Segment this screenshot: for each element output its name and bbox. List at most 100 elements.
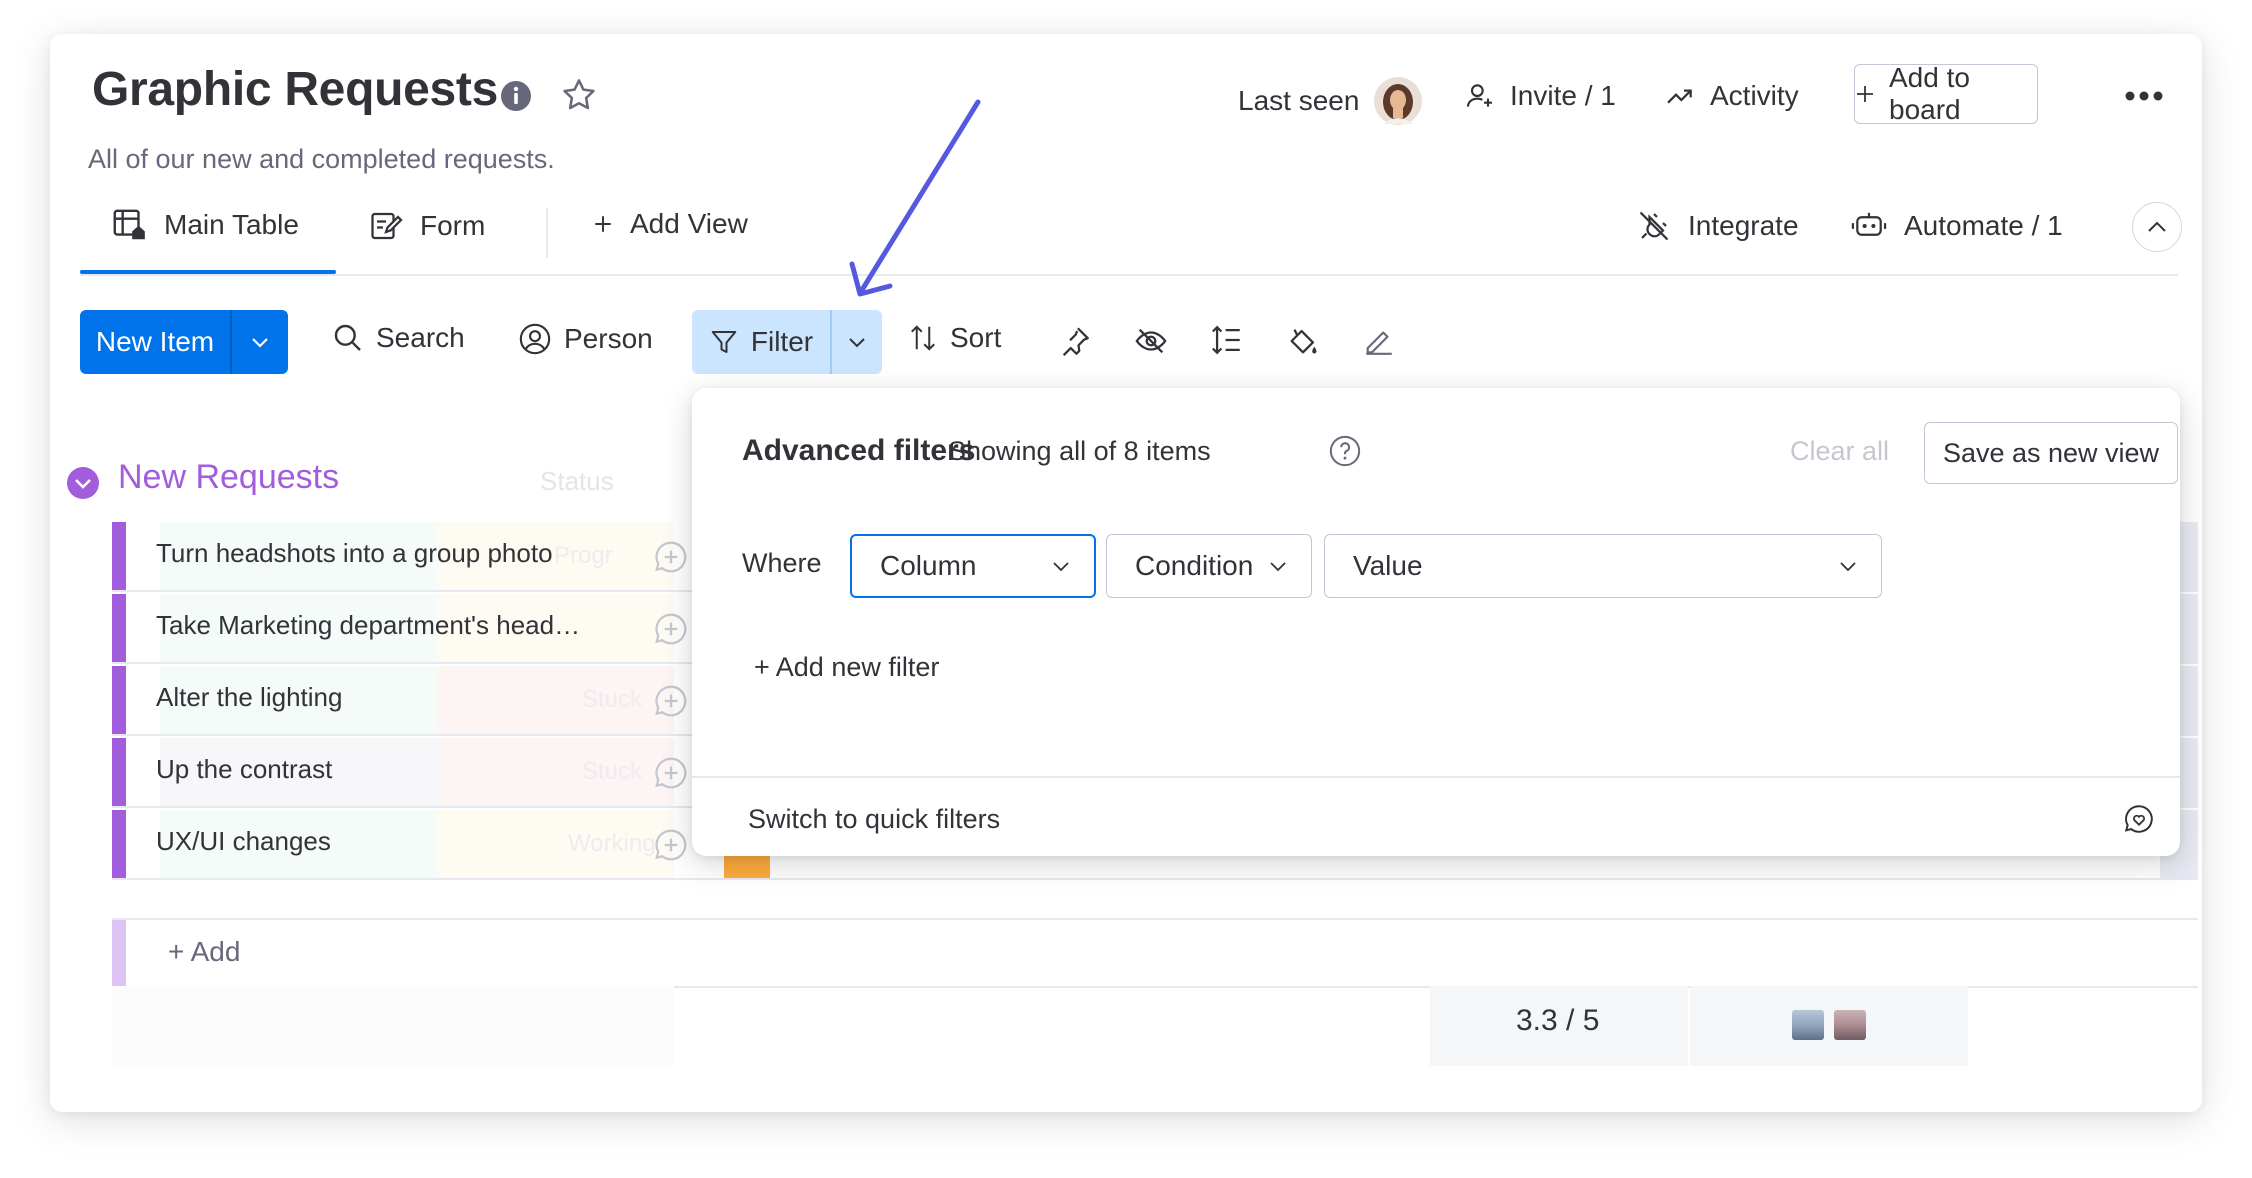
chevron-down-icon[interactable] [832,336,882,348]
new-item-label[interactable]: New Item [80,326,230,358]
value-select-value: Value [1353,550,1423,581]
value-select[interactable]: Value [1324,534,1882,598]
tab-main-table-label: Main Table [164,209,299,240]
person-label: Person [564,323,653,354]
tab-divider [546,208,548,258]
panel-title: Advanced filters [742,434,976,467]
item-name[interactable]: Take Marketing department's head… [156,610,580,641]
add-item-row[interactable]: + Add [112,918,2198,988]
column-select-value: Column [880,550,977,581]
star-icon[interactable] [560,76,598,114]
column-select[interactable]: Column [850,534,1096,598]
item-name[interactable]: UX/UI changes [156,826,331,857]
plug-icon [1636,208,1672,244]
form-icon [368,208,404,244]
board-description[interactable]: All of our new and completed requests. [88,144,555,175]
feedback-icon[interactable] [2122,802,2156,836]
avatar [1373,76,1423,126]
summary-cell [112,986,674,1066]
last-seen[interactable]: Last seen [1238,76,1423,126]
collapse-header-button[interactable] [2132,202,2182,252]
search-label: Search [376,322,465,353]
add-to-board-label: Add to board [1889,62,1970,125]
clear-all-button[interactable]: Clear all [1790,436,1889,467]
add-update-icon[interactable] [652,610,690,648]
person-circle-icon [518,322,552,356]
file-thumbnail[interactable] [1834,1010,1866,1040]
add-update-icon[interactable] [652,538,690,576]
tab-form[interactable]: Form [368,208,485,244]
activity-label: Activity [1710,80,1799,111]
condition-select-value: Condition [1135,550,1254,581]
add-update-icon[interactable] [652,754,690,792]
help-icon[interactable] [1328,434,1362,468]
search-icon [332,322,364,354]
automate-button[interactable]: Automate / 1 [1850,208,2063,244]
add-to-board-button[interactable]: Add to board [1854,62,2038,125]
chevron-up-icon [2146,220,2168,234]
chevron-down-icon [1052,561,1070,572]
sort-button[interactable]: Sort [908,322,1001,354]
paint-bucket-icon[interactable] [1286,324,1320,358]
integrate-label: Integrate [1688,210,1799,241]
add-view-button[interactable]: Add View [592,208,748,240]
board-card: Graphic Requests All of our new and comp… [50,34,2202,1112]
row-height-icon[interactable] [1210,322,1244,358]
funnel-icon [709,327,739,357]
status-ghost-text: Stuck [582,758,643,785]
condition-select[interactable]: Condition [1106,534,1312,598]
group-collapse-icon[interactable] [66,466,100,500]
panel-divider [692,776,2180,778]
filter-button[interactable]: Filter [692,310,882,374]
add-update-icon[interactable] [652,826,690,864]
items-count-text: Showing all of 8 items [948,436,1211,466]
add-view-label: Add View [630,208,748,239]
add-item-label[interactable]: + Add [168,936,240,968]
sort-label: Sort [950,322,1002,353]
invite-button[interactable]: Invite / 1 [1464,80,1616,112]
pin-icon[interactable] [1058,324,1092,358]
switch-to-quick-filters-button[interactable]: Switch to quick filters [748,804,1000,835]
invite-label: Invite / 1 [1510,80,1616,111]
integrate-button[interactable]: Integrate [1636,208,1799,244]
status-column-header: Status [540,466,614,496]
person-filter-button[interactable]: Person [518,322,653,356]
status-ghost-text: Progr [554,542,613,569]
where-label: Where [742,548,822,578]
search-button[interactable]: Search [332,322,465,354]
pen-icon[interactable] [1362,324,1396,358]
last-seen-label: Last seen [1238,85,1360,116]
chevron-down-icon [1269,561,1287,572]
item-name[interactable]: Up the contrast [156,754,332,785]
status-ghost-text: Working [568,830,656,857]
item-name[interactable]: Alter the lighting [156,682,342,713]
more-options-icon[interactable] [2124,90,2164,102]
plus-icon [1855,84,1875,104]
add-update-icon[interactable] [652,682,690,720]
tabs-divider [80,274,2178,276]
active-tab-indicator [80,270,336,274]
status-ghost-text: Stuck [582,686,643,713]
tab-main-table[interactable]: Main Table [110,206,299,244]
new-item-button[interactable]: New Item [80,310,288,374]
trend-icon [1664,80,1696,112]
item-name[interactable]: Turn headshots into a group photo [156,538,553,569]
automate-label: Automate / 1 [1904,210,2063,241]
info-icon[interactable] [500,80,532,112]
sort-arrows-icon [908,322,938,354]
eye-off-icon[interactable] [1134,324,1168,358]
board-title[interactable]: Graphic Requests [92,62,498,117]
activity-button[interactable]: Activity [1664,80,1799,112]
tab-form-label: Form [420,210,486,241]
advanced-filters-panel: Advanced filters Showing all of 8 items … [692,388,2180,856]
chevron-down-icon [1839,561,1857,572]
file-thumbnail[interactable] [1792,1010,1824,1040]
rating-summary: 3.3 / 5 [1516,1004,1600,1037]
group-title[interactable]: New Requests [118,458,339,497]
add-new-filter-button[interactable]: + Add new filter [754,652,939,683]
save-as-new-view-button[interactable]: Save as new view [1924,422,2178,484]
person-add-icon [1464,80,1496,112]
robot-icon [1850,208,1888,244]
chevron-down-icon[interactable] [232,336,288,348]
filter-label: Filter [750,326,814,357]
